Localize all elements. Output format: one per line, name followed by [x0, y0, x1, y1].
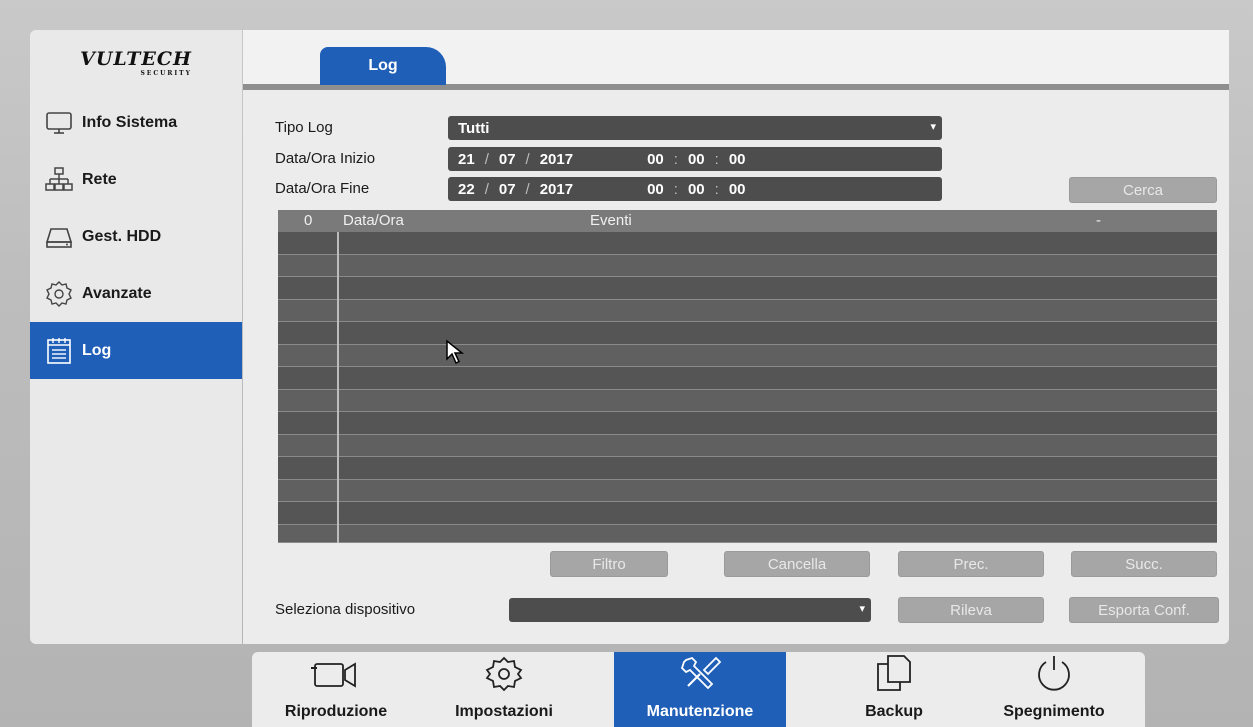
log-type-value: Tutti	[458, 119, 490, 137]
toolbar-item-backup[interactable]: Backup	[810, 652, 978, 727]
end-datetime-label: Data/Ora Fine	[275, 180, 370, 197]
detect-button[interactable]: Rileva	[898, 597, 1044, 623]
device-label: Seleziona dispositivo	[275, 601, 416, 618]
device-select[interactable]: ▾	[509, 598, 871, 622]
end-second[interactable]: 00	[729, 181, 746, 198]
start-datetime-field[interactable]: 21 / 07 / 2017 00 : 00 : 00	[448, 147, 942, 171]
copy-icon	[874, 654, 914, 697]
table-row[interactable]	[278, 254, 1217, 277]
brand-logo: VULTECH SECURITY	[30, 30, 242, 94]
chevron-down-icon: ▾	[859, 603, 865, 615]
table-row[interactable]	[278, 502, 1217, 525]
column-header-datetime: Data/Ora	[343, 212, 404, 229]
time-separator: :	[673, 180, 678, 198]
settings-icon	[484, 656, 524, 697]
table-row[interactable]	[278, 322, 1217, 345]
table-row[interactable]	[278, 232, 1217, 255]
hdd-icon	[44, 222, 74, 252]
start-month[interactable]: 07	[499, 151, 516, 168]
start-hour[interactable]: 00	[647, 151, 664, 168]
table-row[interactable]	[278, 367, 1217, 390]
time-separator: :	[673, 150, 678, 168]
end-minute[interactable]: 00	[688, 181, 705, 198]
start-minute[interactable]: 00	[688, 151, 705, 168]
table-row[interactable]	[278, 412, 1217, 435]
toolbar-item-impostazioni[interactable]: Impostazioni	[420, 652, 588, 727]
gear-icon	[44, 279, 74, 309]
toolbar-item-label: Spegnimento	[1003, 703, 1105, 720]
table-header: 0 Data/Ora Eventi -	[278, 210, 1217, 232]
table-row[interactable]	[278, 524, 1217, 543]
start-year[interactable]: 2017	[540, 151, 573, 168]
sidebar-item-rete[interactable]: Rete	[30, 151, 242, 208]
network-icon	[44, 165, 74, 195]
column-header-extra: -	[1096, 212, 1101, 229]
sidebar-item-avanzate[interactable]: Avanzate	[30, 265, 242, 322]
date-separator: /	[484, 150, 489, 168]
table-row[interactable]	[278, 457, 1217, 480]
mouse-cursor-icon	[445, 339, 467, 370]
chevron-down-icon: ▾	[930, 121, 936, 133]
power-icon	[1034, 654, 1074, 697]
toolbar-item-riproduzione[interactable]: Riproduzione	[252, 652, 420, 727]
sidebar: VULTECH SECURITY Info Sistema Rete Gest.…	[30, 30, 242, 644]
sidebar-item-label: Rete	[82, 170, 117, 188]
sidebar-item-gest-hdd[interactable]: Gest. HDD	[30, 208, 242, 265]
sidebar-item-label: Avanzate	[82, 284, 152, 302]
log-table: 0 Data/Ora Eventi -	[278, 210, 1217, 543]
sidebar-item-log[interactable]: Log	[30, 322, 242, 379]
date-separator: /	[525, 180, 530, 198]
toolbar-item-label: Manutenzione	[646, 703, 754, 720]
column-header-index: 0	[304, 212, 313, 229]
table-row[interactable]	[278, 479, 1217, 502]
end-year[interactable]: 2017	[540, 181, 573, 198]
column-divider	[337, 232, 339, 543]
table-row[interactable]	[278, 299, 1217, 322]
export-config-button[interactable]: Esporta Conf.	[1069, 597, 1219, 623]
sidebar-item-info-sistema[interactable]: Info Sistema	[30, 94, 242, 151]
sidebar-item-label: Log	[82, 341, 112, 359]
date-separator: /	[484, 180, 489, 198]
end-datetime-field[interactable]: 22 / 07 / 2017 00 : 00 : 00	[448, 177, 942, 201]
toolbar-item-label: Backup	[865, 703, 923, 720]
sidebar-item-label: Gest. HDD	[82, 227, 162, 245]
end-month[interactable]: 07	[499, 181, 516, 198]
start-day[interactable]: 21	[458, 151, 475, 168]
next-button[interactable]: Succ.	[1071, 551, 1217, 577]
prev-button[interactable]: Prec.	[898, 551, 1044, 577]
toolbar-item-manutenzione[interactable]: Manutenzione	[614, 652, 786, 727]
logo-text: VULTECH	[80, 47, 192, 70]
log-type-select[interactable]: Tutti ▾	[448, 116, 942, 140]
table-body	[278, 232, 1217, 543]
time-separator: :	[714, 150, 719, 168]
start-datetime-label: Data/Ora Inizio	[275, 150, 376, 167]
monitor-icon	[44, 108, 74, 138]
toolbar-item-label: Riproduzione	[284, 703, 388, 720]
search-button[interactable]: Cerca	[1069, 177, 1217, 203]
table-row[interactable]	[278, 277, 1217, 300]
toolbar-item-label: Impostazioni	[455, 703, 553, 720]
tab-bar: Log	[243, 30, 1229, 90]
end-hour[interactable]: 00	[647, 181, 664, 198]
table-row[interactable]	[278, 344, 1217, 367]
main-panel: Log Tipo Log Tutti ▾ Data/Ora Inizio 21 …	[243, 30, 1229, 644]
filter-button[interactable]: Filtro	[550, 551, 668, 577]
end-day[interactable]: 22	[458, 181, 475, 198]
tab-log[interactable]: Log	[320, 47, 446, 85]
delete-button[interactable]: Cancella	[724, 551, 870, 577]
table-row[interactable]	[278, 434, 1217, 457]
bottom-toolbar: Riproduzione Impostazioni Manutenzione B…	[252, 652, 1145, 727]
log-type-label: Tipo Log	[275, 119, 333, 136]
tools-icon	[678, 654, 722, 697]
log-icon	[44, 336, 74, 366]
date-separator: /	[525, 150, 530, 168]
toolbar-item-spegnimento[interactable]: Spegnimento	[970, 652, 1138, 727]
sidebar-item-label: Info Sistema	[82, 113, 178, 131]
table-row[interactable]	[278, 389, 1217, 412]
time-separator: :	[714, 180, 719, 198]
start-second[interactable]: 00	[729, 151, 746, 168]
camera-icon	[309, 658, 363, 697]
logo-subtext: SECURITY	[140, 69, 192, 77]
column-header-events: Eventi	[590, 212, 632, 229]
